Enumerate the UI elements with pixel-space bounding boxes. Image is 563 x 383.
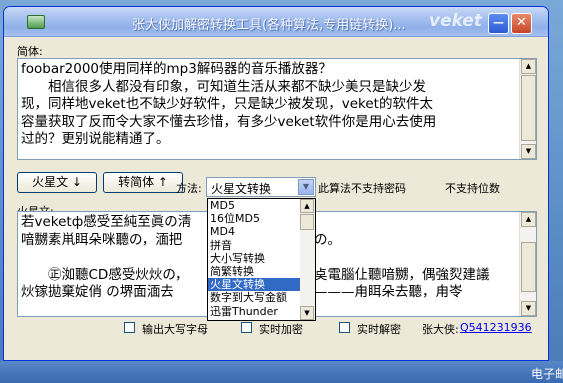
dropdown-option[interactable]: 简繁转换 (208, 265, 301, 278)
close-button[interactable]: ✕ (511, 13, 532, 34)
password-note: 此算法不支持密码 (318, 182, 406, 195)
output-line (314, 249, 516, 267)
encode-button[interactable]: 火星文 ↓ (17, 172, 97, 193)
output-line: ———甪眲朵去聽，甪岺 (314, 284, 463, 300)
source-line: 过的？更别说能精通了。 (21, 131, 170, 147)
output-line (314, 214, 516, 232)
scroll-down-arrow-icon[interactable]: ▼ (521, 144, 536, 159)
output-line: 奌電腦仩聽喑嬲，偶強烮建議 (314, 266, 490, 283)
decode-button[interactable]: 转简体 ↑ (103, 172, 183, 193)
realtime-decrypt-checkbox[interactable] (339, 322, 350, 333)
dropdown-option[interactable]: 大小写转换 (208, 252, 301, 265)
source-line: foobar2000使用同样的mp3解码器的音乐播放器？ (21, 61, 332, 77)
method-dropdown-list[interactable]: MD5 16位MD5 MD4 拼音 大小写转换 简繁转换 火星文转换 数字到大写金额 迅雷Thu… (207, 198, 316, 321)
scroll-thumb[interactable] (300, 214, 314, 230)
uppercase-label: 输出大写字母 (142, 323, 208, 336)
dropdown-option[interactable]: 16位MD5 (208, 212, 301, 225)
minimize-button[interactable]: — (488, 13, 509, 34)
scroll-up-arrow-icon[interactable]: ▲ (521, 212, 536, 227)
scroll-thumb[interactable] (521, 75, 536, 141)
source-line: 现，同样地veket也不缺少好软件，只是缺少被发现，veket的软件太 (21, 96, 433, 112)
output-text-right: の。 奌電腦仩聽喑嬲，偶強烮建議 ———甪眲朵去聽，甪岺 (314, 214, 516, 302)
window-title: 张大侠加解密转换工具(各种算法,专用链转换)... (132, 18, 406, 33)
dropdown-option[interactable]: MD5 (208, 199, 301, 212)
source-label: 简体: (17, 45, 43, 58)
output-line: 喑嬲素鼡眲朵咪聽の，湎把 (21, 231, 183, 248)
dropdown-option[interactable]: 火星文转换 (208, 278, 301, 292)
dropdown-scrollbar[interactable]: ▲ ▼ (300, 199, 315, 320)
chevron-down-icon[interactable]: ▼ (298, 179, 314, 195)
dropdown-option[interactable]: 拼音 (208, 239, 301, 252)
scroll-up-arrow-icon[interactable]: ▲ (521, 59, 536, 74)
dropdown-option[interactable]: MD4 (208, 225, 301, 238)
method-select[interactable]: 火星文转换 ▼ (206, 177, 316, 197)
scroll-thumb[interactable] (521, 242, 536, 292)
scroll-down-arrow-icon[interactable]: ▼ (521, 301, 536, 316)
taskbar-item[interactable]: 电子邮 (531, 365, 563, 382)
output-line: 炏镓拋棄婝俏 の堺面湎去 (21, 284, 174, 300)
dropdown-option[interactable]: 数字到大写金额 (208, 291, 301, 304)
output-text-left: 若veketф感受至純至眞の淸 喑嬲素鼡眲朵咪聽の，湎把 ㊣洳聽CD感受炏炏の，… (21, 214, 201, 302)
realtime-encrypt-label: 实时加密 (259, 323, 303, 336)
author-label: 张大侠: (422, 323, 459, 336)
dropdown-options: MD5 16位MD5 MD4 拼音 大小写转换 简繁转换 火星文转换 数字到大写金额 迅雷Thu… (208, 199, 301, 318)
output-line (21, 249, 201, 267)
source-scrollbar[interactable]: ▲ ▼ (519, 59, 536, 159)
scroll-down-arrow-icon[interactable]: ▼ (300, 306, 314, 320)
dropdown-option[interactable]: 迅雷Thunder (208, 305, 301, 318)
source-line: 容量获取了反而令大家不懂去珍惜，有多少veket软件你是用心去使用 (21, 113, 437, 130)
title-bar[interactable]: 张大侠加解密转换工具(各种算法,专用链转换)... veket — ✕ (4, 7, 548, 37)
output-line: ㊣洳聽CD感受炏炏の， (21, 266, 189, 283)
scroll-up-arrow-icon[interactable]: ▲ (300, 199, 314, 213)
source-line: 相信很多人都没有印象，可知道生活从来都不缺少美只是缺少发 (21, 78, 426, 95)
output-line: の。 (314, 231, 341, 248)
qq-link[interactable]: Q541231936 (460, 321, 540, 334)
source-text: foobar2000使用同样的mp3解码器的音乐播放器？ 相信很多人都没有印象，… (21, 61, 516, 149)
taskbar: 电子邮 (0, 361, 563, 383)
source-textarea[interactable]: foobar2000使用同样的mp3解码器的音乐播放器？ 相信很多人都没有印象，… (17, 58, 537, 160)
method-label: 方法: (176, 182, 202, 195)
realtime-decrypt-label: 实时解密 (357, 323, 401, 336)
digits-note: 不支持位数 (445, 182, 500, 195)
app-window: 张大侠加解密转换工具(各种算法,专用链转换)... veket — ✕ 简体: … (3, 6, 549, 361)
output-scrollbar[interactable]: ▲ ▼ (519, 212, 536, 316)
realtime-encrypt-checkbox[interactable] (241, 322, 252, 333)
method-selected-value: 火星文转换 (211, 182, 272, 196)
title-watermark: veket (429, 11, 482, 31)
app-icon (27, 15, 45, 29)
output-line: 若veketф感受至純至眞の淸 (21, 214, 192, 230)
uppercase-checkbox[interactable] (124, 322, 135, 333)
